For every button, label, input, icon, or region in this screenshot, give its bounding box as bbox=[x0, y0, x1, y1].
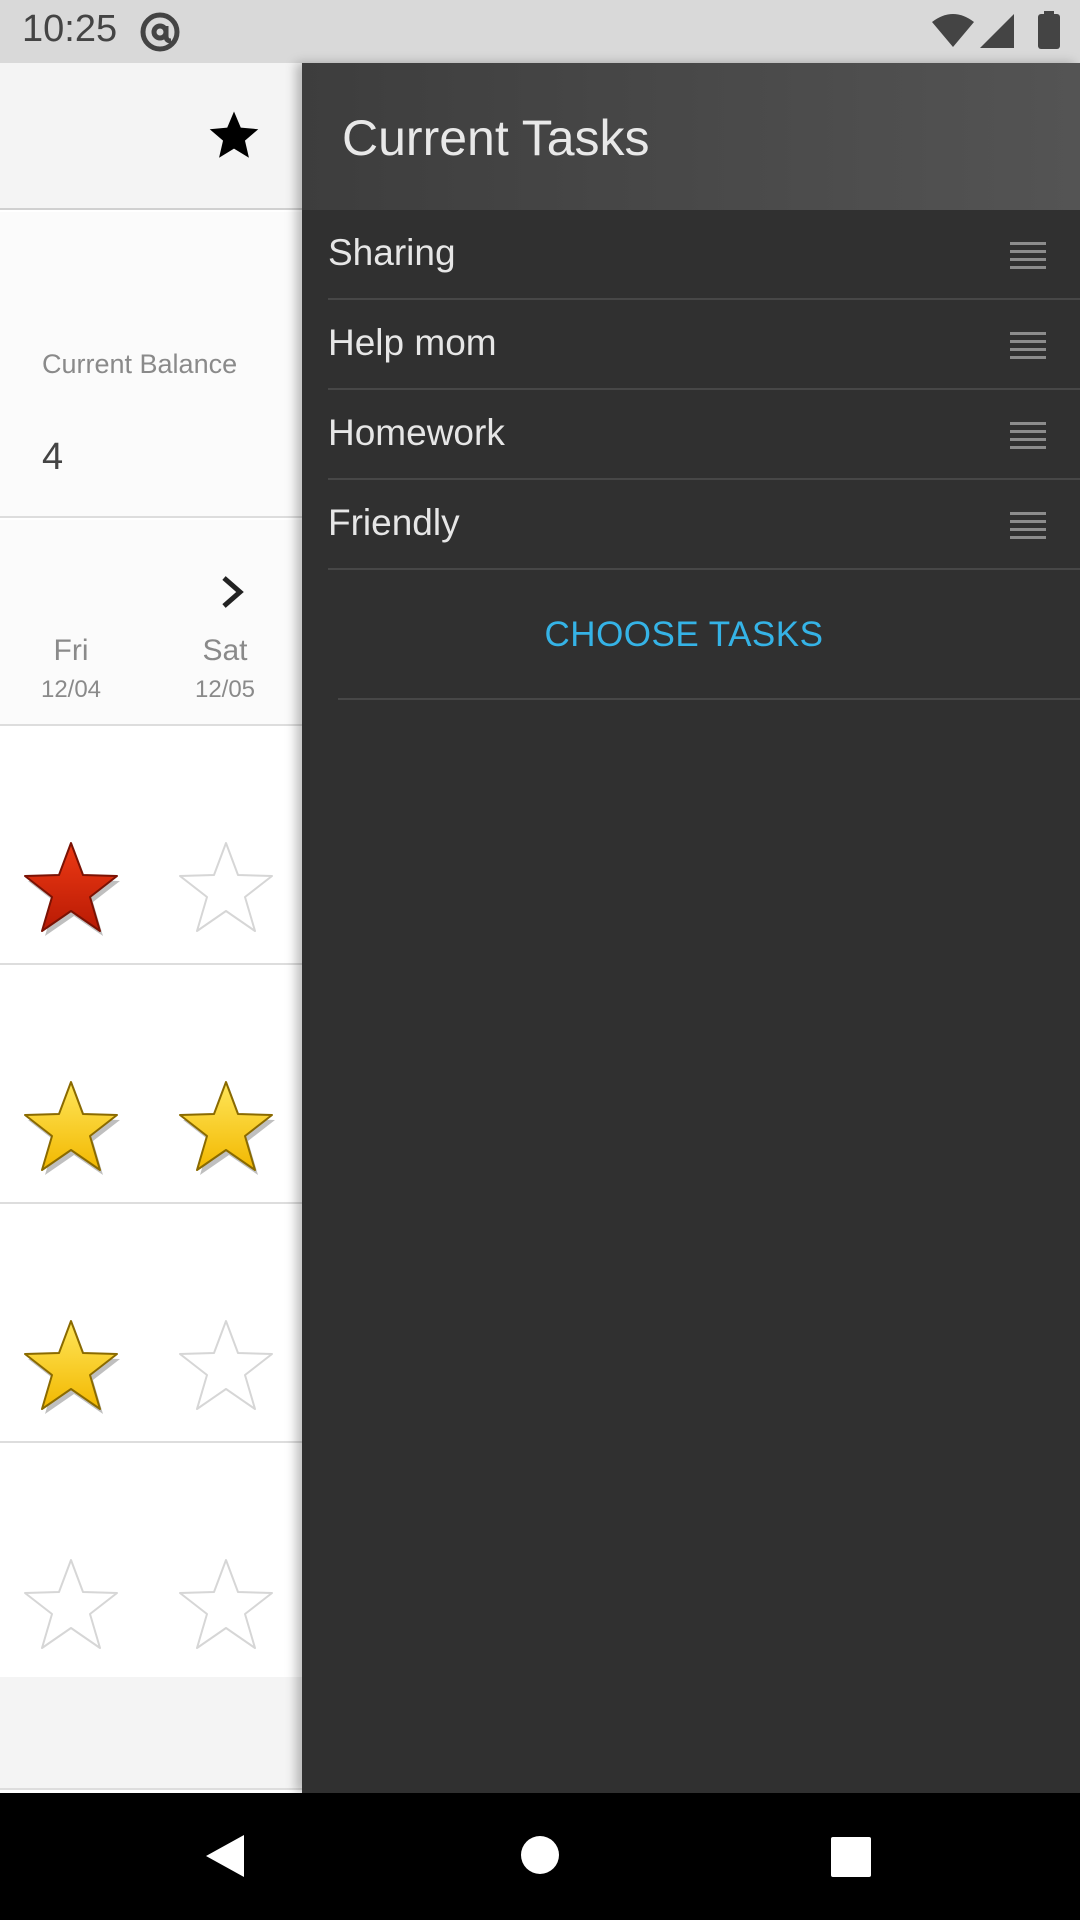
gold-star-icon[interactable] bbox=[21, 1316, 121, 1416]
drag-handle-icon[interactable] bbox=[1010, 510, 1046, 540]
task-label: Homework bbox=[328, 412, 505, 453]
day-date: 12/05 bbox=[194, 676, 256, 703]
drag-handle-icon[interactable] bbox=[1010, 240, 1046, 270]
days-header: Fri 12/04 Sat 12/05 bbox=[0, 520, 302, 726]
star-icon[interactable] bbox=[206, 108, 262, 164]
day-name: Sat bbox=[202, 634, 248, 667]
drawer-header: Current Tasks bbox=[302, 63, 1080, 210]
status-bar: 10:25 bbox=[0, 0, 1080, 63]
task-item-sharing[interactable]: Sharing bbox=[328, 210, 1080, 300]
day-date: 12/04 bbox=[40, 676, 102, 703]
balance-value: 4 bbox=[42, 436, 64, 478]
star-row bbox=[0, 1206, 302, 1443]
drag-handle-icon[interactable] bbox=[1010, 330, 1046, 360]
at-sign-icon bbox=[140, 12, 180, 52]
home-icon[interactable] bbox=[520, 1835, 560, 1875]
left-header bbox=[0, 63, 302, 210]
choose-tasks-button[interactable]: CHOOSE TASKS bbox=[338, 565, 1080, 700]
red-star-icon[interactable] bbox=[21, 838, 121, 938]
task-item-friendly[interactable]: Friendly bbox=[328, 480, 1080, 570]
navigation-bar bbox=[0, 1793, 1080, 1920]
drag-handle-icon[interactable] bbox=[1010, 420, 1046, 450]
balance-label: Current Balance bbox=[42, 349, 238, 379]
left-panel: Current Balance 4 Fri 12/04 Sat 12/05 bbox=[0, 63, 302, 1793]
status-time: 10:25 bbox=[22, 8, 118, 50]
task-item-homework[interactable]: Homework bbox=[328, 390, 1080, 480]
gold-star-icon[interactable] bbox=[21, 1077, 121, 1177]
day-column-sat: Sat 12/05 bbox=[160, 634, 290, 704]
left-bottom-row bbox=[0, 1677, 302, 1790]
gold-star-icon[interactable] bbox=[176, 1077, 276, 1177]
empty-star-icon[interactable] bbox=[176, 1316, 276, 1416]
day-column-fri: Fri 12/04 bbox=[6, 634, 136, 704]
star-row bbox=[0, 728, 302, 965]
empty-star-icon[interactable] bbox=[176, 838, 276, 938]
star-row bbox=[0, 967, 302, 1204]
star-row bbox=[0, 1445, 302, 1682]
tasks-drawer: Current Tasks Sharing Help mom Homework … bbox=[302, 63, 1080, 1793]
day-name: Fri bbox=[53, 634, 89, 667]
task-label: Sharing bbox=[328, 232, 456, 273]
balance-box: Current Balance 4 bbox=[0, 212, 302, 518]
empty-star-icon[interactable] bbox=[21, 1555, 121, 1655]
back-icon[interactable] bbox=[204, 1833, 246, 1879]
drawer-title: Current Tasks bbox=[342, 110, 650, 166]
empty-star-icon[interactable] bbox=[176, 1555, 276, 1655]
cell-signal-icon bbox=[980, 14, 1014, 48]
battery-icon bbox=[1038, 11, 1060, 49]
task-item-help-mom[interactable]: Help mom bbox=[328, 300, 1080, 390]
choose-tasks-label: CHOOSE TASKS bbox=[544, 615, 824, 654]
wifi-icon bbox=[932, 14, 974, 47]
task-label: Friendly bbox=[328, 502, 460, 543]
recents-icon[interactable] bbox=[831, 1837, 871, 1877]
chevron-right-icon[interactable] bbox=[212, 570, 252, 614]
task-label: Help mom bbox=[328, 322, 497, 363]
